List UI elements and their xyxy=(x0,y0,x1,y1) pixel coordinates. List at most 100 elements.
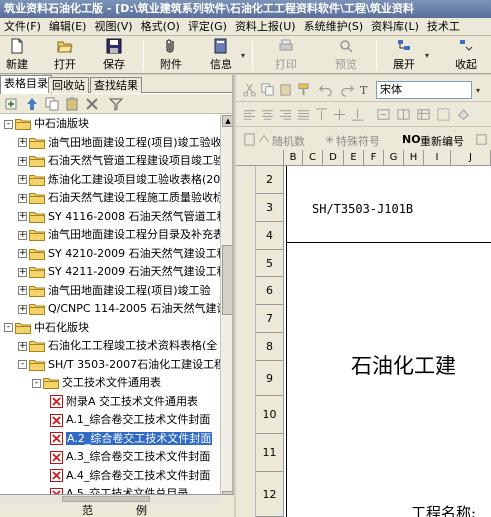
tab-table-directory[interactable]: 表格目录 xyxy=(0,75,52,94)
tree-folder-item[interactable]: + 油气田地面建设工程(项目)竣工验 xyxy=(18,282,211,300)
column-header[interactable]: G xyxy=(384,150,404,166)
expand-toggle-icon[interactable]: + xyxy=(18,230,27,240)
collapse-toggle-icon[interactable]: - xyxy=(18,360,27,369)
font-family-select[interactable]: 宋体 xyxy=(376,81,472,99)
tab-recycle-bin[interactable]: 回收站 xyxy=(48,77,89,93)
tree-folder-item[interactable]: + Q/CNPC 114-2005 石油天然气建设工 xyxy=(18,300,220,318)
collapse-toggle-icon[interactable]: - xyxy=(4,323,13,332)
random-number-button[interactable]: 随机数 xyxy=(272,133,305,149)
align-justify-icon[interactable] xyxy=(296,107,311,122)
preview-button[interactable]: 预览 xyxy=(331,38,361,72)
filter-icon[interactable] xyxy=(108,96,124,112)
sheet-corner[interactable] xyxy=(236,150,284,166)
cut-icon[interactable] xyxy=(242,82,257,97)
special-chars-button[interactable]: 特殊符号 xyxy=(336,133,380,149)
menu-format[interactable]: 格式(O) xyxy=(137,18,184,35)
info-dropdown-caret-icon[interactable]: ▾ xyxy=(241,51,245,60)
tree-folder-item[interactable]: - 交工技术文件通用表 xyxy=(32,374,161,392)
form-heading-text[interactable]: 石油化工建 xyxy=(351,350,456,380)
row-header[interactable]: 3 xyxy=(256,194,284,222)
column-header[interactable]: D xyxy=(323,150,344,166)
paste-icon[interactable] xyxy=(278,82,293,97)
tab-search-results[interactable]: 查找结果 xyxy=(90,77,142,93)
tree-folder-item[interactable]: + SY 4210-2009 石油天然气建设工程 xyxy=(18,245,220,263)
paste-node-icon[interactable] xyxy=(64,96,80,112)
menu-evaluate[interactable]: 评定(G) xyxy=(184,18,231,35)
column-header[interactable]: I xyxy=(424,150,451,166)
tree-folder-item[interactable]: + 石油化工工程竣工技术资料表格(全 xyxy=(18,337,217,355)
collapse-toggle-icon[interactable]: - xyxy=(4,119,13,129)
tree-folder-item[interactable]: - 中石油版块 xyxy=(4,115,89,133)
column-header[interactable]: C xyxy=(303,150,323,166)
copy-icon[interactable] xyxy=(260,82,275,97)
scroll-thumb[interactable] xyxy=(222,245,232,315)
menu-file[interactable]: 文件(F) xyxy=(0,18,45,35)
align-left-icon[interactable] xyxy=(242,107,257,122)
tree-folder-item[interactable]: + 油气田地面建设工程分目录及补充表 xyxy=(18,226,220,244)
expand-toggle-icon[interactable]: + xyxy=(18,156,27,166)
tree-folder-item[interactable]: + 油气田地面建设工程(项目)竣工验收 xyxy=(18,134,220,152)
column-header[interactable]: F xyxy=(364,150,384,166)
delete-node-icon[interactable] xyxy=(84,96,100,112)
row-header[interactable]: 2 xyxy=(256,166,284,194)
font-dropdown-caret-icon[interactable]: ▾ xyxy=(476,86,480,95)
expand-toggle-icon[interactable]: + xyxy=(18,304,27,314)
row-header[interactable]: 8 xyxy=(256,333,284,361)
expand-toggle-icon[interactable]: + xyxy=(18,249,27,258)
border-icon[interactable] xyxy=(436,107,451,122)
undo-icon[interactable] xyxy=(318,82,333,97)
attach-button[interactable]: 附件 xyxy=(156,38,186,72)
tree-folder-item[interactable]: + 石油天然气建设工程施工质量验收标 xyxy=(18,189,220,207)
copy-node-icon[interactable] xyxy=(44,96,60,112)
row-header[interactable]: 10 xyxy=(256,396,284,434)
info-button[interactable]: 信息 xyxy=(206,38,236,72)
expand-toggle-icon[interactable]: + xyxy=(18,286,27,295)
expand-dropdown-caret-icon[interactable]: ▾ xyxy=(425,51,429,60)
menu-library[interactable]: 资料库(L) xyxy=(367,18,423,35)
move-up-icon[interactable] xyxy=(24,96,40,112)
renumber-button[interactable]: 重新编号 xyxy=(420,133,464,149)
expand-toggle-icon[interactable]: + xyxy=(18,193,27,203)
tree-folder-item[interactable]: - 中石化版块 xyxy=(4,319,89,337)
align-center-icon[interactable] xyxy=(260,107,275,122)
menu-tech[interactable]: 技术工 xyxy=(423,18,464,35)
expand-toggle-icon[interactable]: + xyxy=(18,267,27,277)
print-button[interactable]: 打印 xyxy=(271,38,301,72)
row-header[interactable]: 9 xyxy=(256,361,284,396)
menu-report[interactable]: 资料上报(U) xyxy=(231,18,300,35)
tree-doc-item[interactable]: A.3_综合卷交工技术文件封面 xyxy=(48,448,210,466)
project-name-label[interactable]: 工程名称: xyxy=(411,502,476,517)
open-button[interactable]: 打开 xyxy=(50,38,80,72)
menu-system[interactable]: 系统维护(S) xyxy=(300,18,368,35)
expand-toggle-icon[interactable]: + xyxy=(18,175,27,184)
tree-scrollbar[interactable]: ▲ ▼ xyxy=(220,115,232,505)
tree-folder-item[interactable]: + SY 4116-2008 石油天然气管道工程 xyxy=(18,208,220,226)
column-header[interactable]: E xyxy=(344,150,364,166)
add-node-icon[interactable] xyxy=(4,96,20,112)
tree-folder-item[interactable]: + SY 4211-2009 石油天然气建设工程 xyxy=(18,263,220,281)
column-header[interactable]: H xyxy=(404,150,424,166)
collapse-button[interactable]: 收起 xyxy=(451,38,481,72)
valign-bottom-icon[interactable] xyxy=(350,107,365,122)
expand-toggle-icon[interactable]: + xyxy=(18,341,27,351)
menu-edit[interactable]: 编辑(E) xyxy=(45,18,91,35)
special-chars-icon[interactable] xyxy=(324,134,335,145)
random-number-icon[interactable] xyxy=(258,133,270,145)
row-header[interactable]: 5 xyxy=(256,250,284,277)
hscroll-thumb[interactable] xyxy=(62,496,150,502)
valign-top-icon[interactable] xyxy=(314,107,329,122)
form-code-text[interactable]: SH/T3503-J101B xyxy=(312,202,413,216)
align-right-icon[interactable] xyxy=(278,107,293,122)
valign-middle-icon[interactable] xyxy=(332,107,347,122)
calculator-icon[interactable] xyxy=(242,132,257,147)
redo-icon[interactable] xyxy=(340,82,355,97)
new-button[interactable]: 新建 xyxy=(2,38,32,72)
save-button[interactable]: 保存 xyxy=(99,38,129,72)
expand-toggle-icon[interactable]: + xyxy=(18,138,27,147)
row-header[interactable]: 4 xyxy=(256,222,284,250)
expand-button[interactable]: 展开 xyxy=(389,38,419,72)
merge-cells-icon[interactable] xyxy=(376,107,391,122)
column-header[interactable]: B xyxy=(284,150,303,166)
font-size-icon[interactable]: T xyxy=(358,82,373,97)
tree-doc-item[interactable]: A.1_综合卷交工技术文件封面 xyxy=(48,411,210,429)
